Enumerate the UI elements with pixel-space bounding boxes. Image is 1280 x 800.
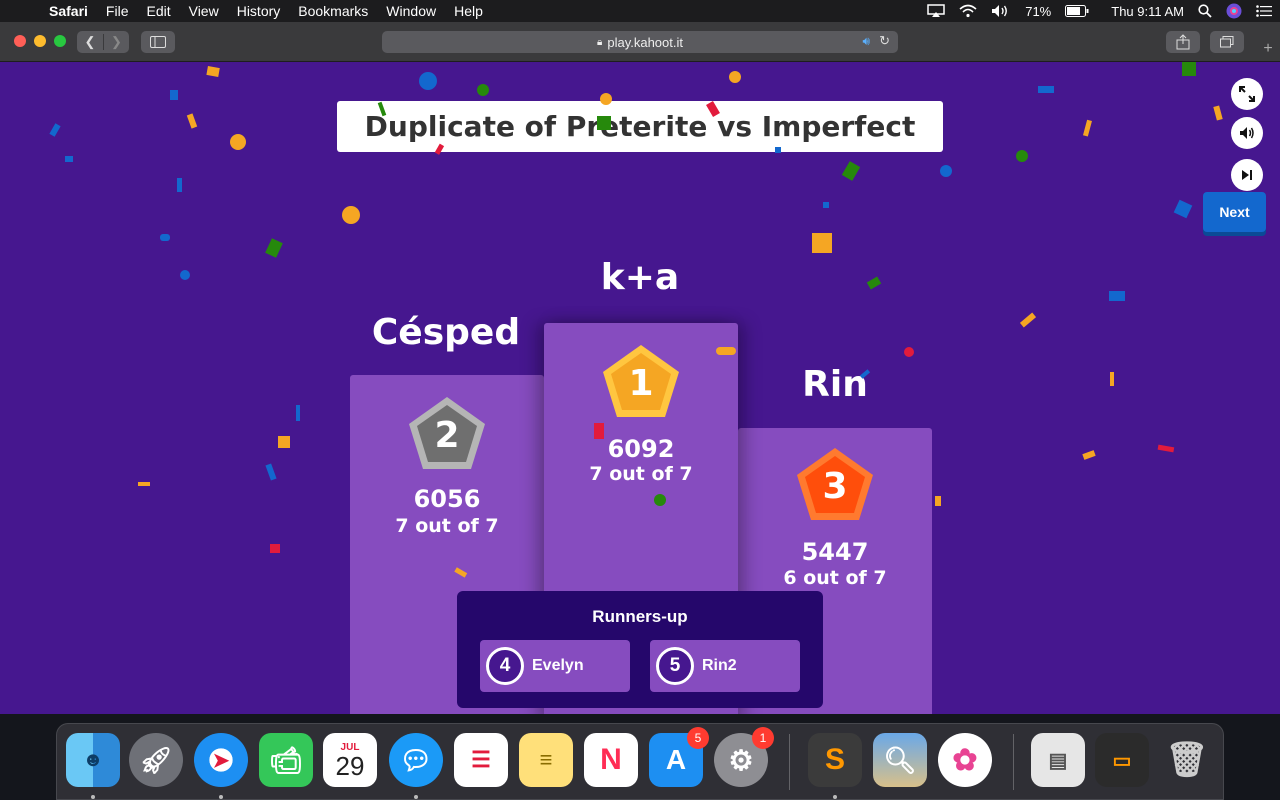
menu-file[interactable]: File bbox=[97, 0, 138, 22]
runner-up-rank: 4 bbox=[486, 647, 524, 685]
wifi-icon[interactable] bbox=[959, 4, 977, 18]
new-tab-button[interactable]: + bbox=[1256, 40, 1280, 62]
runner-up-name: Evelyn bbox=[532, 657, 584, 674]
runners-up-panel: Runners-up 4 Evelyn 5 Rin2 bbox=[457, 591, 823, 708]
sound-button[interactable] bbox=[1231, 117, 1263, 149]
battery-icon[interactable] bbox=[1065, 5, 1089, 17]
tabs-icon bbox=[1220, 36, 1234, 48]
reload-icon[interactable]: ↻ bbox=[879, 33, 890, 49]
siri-icon[interactable] bbox=[1226, 3, 1242, 19]
menu-help[interactable]: Help bbox=[445, 0, 492, 22]
close-window-button[interactable] bbox=[14, 35, 26, 47]
third-place-rank: 3 bbox=[822, 466, 847, 507]
lock-icon: 🔒︎ bbox=[597, 36, 603, 48]
notification-center-icon[interactable] bbox=[1256, 5, 1272, 17]
kahoot-podium-screen: Duplicate of Preterite vs Imperfect Next… bbox=[0, 62, 1280, 714]
runner-up-rank: 5 bbox=[656, 647, 694, 685]
dock-separator bbox=[789, 734, 790, 790]
photos-icon[interactable]: ✿ bbox=[938, 733, 992, 787]
next-button[interactable]: Next bbox=[1203, 192, 1266, 232]
sidebar-icon bbox=[150, 36, 166, 48]
calendar-icon[interactable]: JUL 29 bbox=[323, 733, 377, 787]
notes-icon[interactable]: ≡ bbox=[519, 733, 573, 787]
fullscreen-window-button[interactable] bbox=[54, 35, 66, 47]
first-place-rank: 1 bbox=[628, 363, 653, 404]
quiz-title: Duplicate of Preterite vs Imperfect bbox=[337, 101, 943, 152]
system-preferences-badge: 1 bbox=[752, 727, 774, 749]
battery-percent: 71% bbox=[1025, 3, 1052, 19]
navigation-buttons: ❮ ❯ bbox=[77, 31, 129, 53]
facetime-icon[interactable]: 📹︎ bbox=[259, 733, 313, 787]
third-place-correct: 6 out of 7 bbox=[783, 567, 887, 589]
menu-window[interactable]: Window bbox=[377, 0, 445, 22]
launchpad-icon[interactable]: 🚀︎ bbox=[129, 733, 183, 787]
dock: ☻ 🚀︎ ➤ 📹︎ JUL 29 💬︎ ☰ ≡ N A 5 ⚙ 1 S 🔍︎ ✿… bbox=[56, 723, 1224, 800]
share-icon bbox=[1176, 34, 1190, 50]
menu-view[interactable]: View bbox=[180, 0, 228, 22]
first-place-score: 6092 bbox=[607, 435, 675, 463]
app-store-badge: 5 bbox=[687, 727, 709, 749]
dock-separator bbox=[1013, 734, 1014, 790]
audio-playing-icon[interactable]: 🔊︎ bbox=[862, 34, 870, 49]
trash-icon[interactable]: 🗑︎ bbox=[1160, 733, 1214, 787]
fullscreen-button[interactable] bbox=[1231, 78, 1263, 110]
menu-bookmarks[interactable]: Bookmarks bbox=[289, 0, 377, 22]
minimize-window-button[interactable] bbox=[34, 35, 46, 47]
tab-overview-button[interactable] bbox=[1210, 31, 1244, 53]
volume-icon[interactable] bbox=[991, 4, 1011, 18]
news-icon[interactable]: N bbox=[584, 733, 638, 787]
forward-button[interactable]: ❯ bbox=[103, 34, 129, 50]
menu-history[interactable]: History bbox=[228, 0, 290, 22]
skip-button[interactable] bbox=[1231, 159, 1263, 191]
second-place-score: 6056 bbox=[413, 485, 481, 513]
sidebar-toggle-button[interactable] bbox=[141, 31, 175, 53]
skip-icon bbox=[1242, 170, 1252, 180]
bronze-medal-icon: 3 bbox=[797, 448, 873, 520]
share-button[interactable] bbox=[1166, 31, 1200, 53]
status-area: 71% Thu 9:11 AM bbox=[927, 0, 1272, 22]
third-place-score: 5447 bbox=[801, 538, 869, 566]
menu-edit[interactable]: Edit bbox=[137, 0, 179, 22]
messages-icon[interactable]: 💬︎ bbox=[389, 733, 443, 799]
first-place-name: k+a bbox=[600, 257, 680, 298]
downloads-stack-icon[interactable]: ▭ bbox=[1095, 733, 1149, 787]
calendar-day: 29 bbox=[335, 750, 365, 781]
browser-toolbar: ❮ ❯ 🔒︎ play.kahoot.it 🔊︎ ↻ bbox=[0, 22, 1280, 62]
url-text: play.kahoot.it bbox=[607, 34, 683, 50]
third-place-name: Rin bbox=[802, 364, 868, 405]
gold-medal-icon: 1 bbox=[603, 345, 679, 417]
reminders-icon[interactable]: ☰ bbox=[454, 733, 508, 787]
address-bar[interactable]: 🔒︎ play.kahoot.it 🔊︎ ↻ bbox=[382, 31, 898, 53]
documents-stack-icon[interactable]: ▤ bbox=[1031, 733, 1085, 787]
safari-icon[interactable]: ➤ bbox=[194, 733, 248, 799]
runner-up-item: 5 Rin2 bbox=[650, 640, 800, 692]
runners-up-title: Runners-up bbox=[592, 607, 688, 626]
spotlight-search-icon[interactable] bbox=[1198, 4, 1212, 18]
menu-app-name[interactable]: Safari bbox=[40, 0, 97, 22]
back-button[interactable]: ❮ bbox=[77, 34, 103, 50]
menu-clock[interactable]: Thu 9:11 AM bbox=[1111, 4, 1184, 19]
dock-area: ☻ 🚀︎ ➤ 📹︎ JUL 29 💬︎ ☰ ≡ N A 5 ⚙ 1 S 🔍︎ ✿… bbox=[0, 714, 1280, 800]
runner-up-name: Rin2 bbox=[702, 657, 737, 674]
second-place-name: Césped bbox=[371, 312, 521, 353]
first-place-correct: 7 out of 7 bbox=[589, 463, 693, 485]
second-place-correct: 7 out of 7 bbox=[395, 515, 499, 537]
app-store-icon[interactable]: A 5 bbox=[649, 727, 709, 787]
expand-icon bbox=[1239, 86, 1255, 102]
speaker-icon bbox=[1240, 127, 1254, 139]
airplay-icon[interactable] bbox=[927, 4, 945, 18]
system-preferences-icon[interactable]: ⚙ 1 bbox=[714, 727, 774, 787]
preview-icon[interactable]: 🔍︎ bbox=[873, 733, 927, 787]
silver-medal-icon: 2 bbox=[409, 397, 485, 469]
second-place-rank: 2 bbox=[434, 415, 459, 456]
menu-bar: Safari File Edit View History Bookmarks … bbox=[0, 0, 1280, 22]
finder-icon[interactable]: ☻ bbox=[66, 733, 120, 799]
sublime-text-icon[interactable]: S bbox=[808, 733, 862, 799]
runner-up-item: 4 Evelyn bbox=[480, 640, 630, 692]
